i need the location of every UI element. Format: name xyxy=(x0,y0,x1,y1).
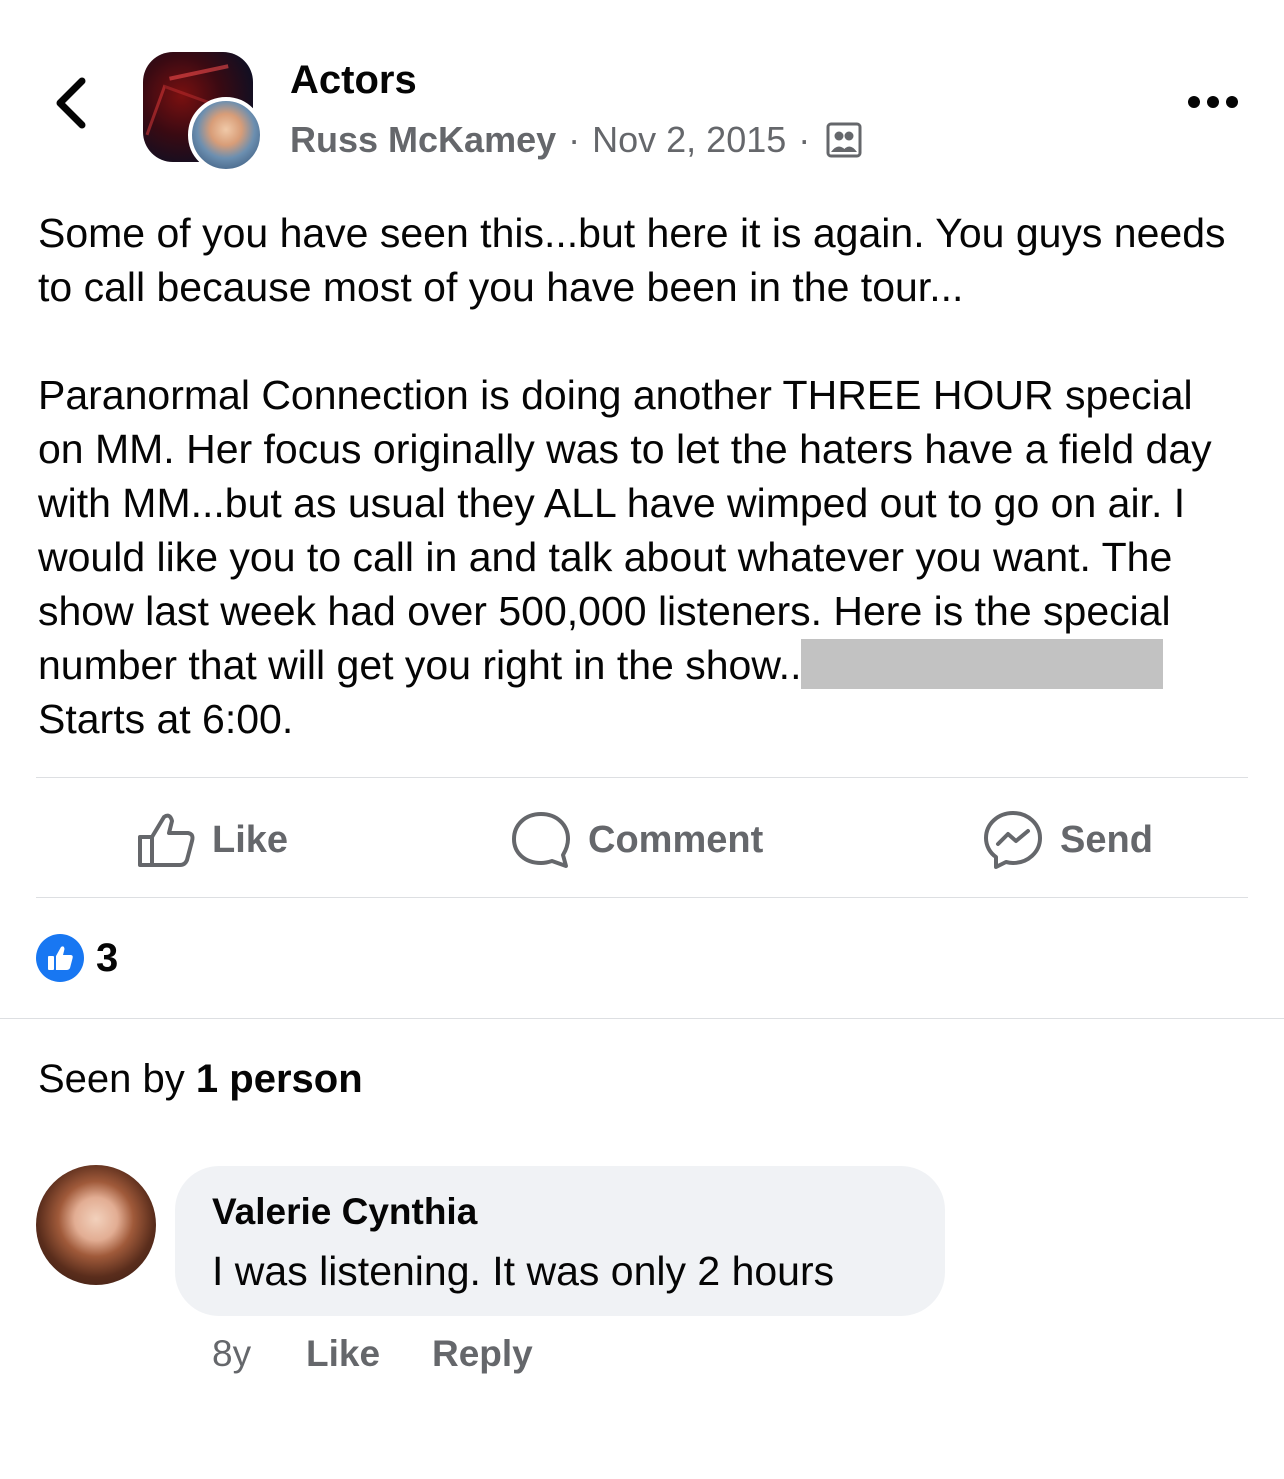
thumbs-up-icon xyxy=(48,946,73,970)
reaction-count[interactable]: 3 xyxy=(96,934,118,982)
section-divider xyxy=(0,1018,1284,1019)
seen-by-count: 1 person xyxy=(195,1057,363,1101)
back-button[interactable] xyxy=(40,70,100,136)
post-paragraph-end: Starts at 6:00. xyxy=(38,696,294,742)
comment-reply-button[interactable]: Reply xyxy=(432,1330,533,1378)
comment-label: Comment xyxy=(588,818,764,861)
send-label: Send xyxy=(1060,818,1153,861)
post-paragraph: Paranormal Connection is doing another T… xyxy=(38,368,1248,746)
chevron-left-icon xyxy=(56,77,86,129)
commenter-avatar[interactable] xyxy=(36,1165,156,1285)
author-avatar[interactable] xyxy=(188,97,264,173)
group-members-icon xyxy=(826,122,862,158)
commenter-name[interactable]: Valerie Cynthia xyxy=(212,1189,477,1235)
meta-separator: · xyxy=(568,119,581,160)
messenger-icon xyxy=(984,811,1042,869)
like-reaction-badge[interactable] xyxy=(36,934,84,982)
seen-by-prefix: Seen by xyxy=(38,1057,185,1101)
comment-button[interactable]: Comment xyxy=(510,800,763,880)
more-dots-icon xyxy=(1188,96,1238,108)
comment-text: I was listening. It was only 2 hours xyxy=(212,1248,835,1294)
comment-timestamp: 8y xyxy=(212,1333,252,1374)
divider xyxy=(36,777,1248,778)
thumbs-up-outline-icon xyxy=(138,813,195,867)
post-paragraph: Some of you have seen this...but here it… xyxy=(38,210,1226,310)
like-button[interactable]: Like xyxy=(136,800,288,880)
more-options-button[interactable] xyxy=(1178,80,1248,124)
group-name[interactable]: Actors xyxy=(290,56,417,104)
like-label: Like xyxy=(212,818,289,861)
send-button[interactable]: Send xyxy=(982,800,1153,880)
seen-by[interactable]: Seen by 1 person xyxy=(38,1055,363,1103)
divider xyxy=(36,897,1248,898)
comment-like-button[interactable]: Like xyxy=(306,1330,380,1378)
post-meta: Russ McKamey · Nov 2, 2015 · xyxy=(290,118,862,162)
redacted-block xyxy=(801,639,1164,689)
post-author[interactable]: Russ McKamey xyxy=(290,118,556,162)
post-date[interactable]: Nov 2, 2015 xyxy=(592,118,786,162)
post-body: Some of you have seen this...but here it… xyxy=(38,206,1248,746)
comment-bubble-icon xyxy=(512,812,570,868)
meta-separator: · xyxy=(798,119,811,160)
